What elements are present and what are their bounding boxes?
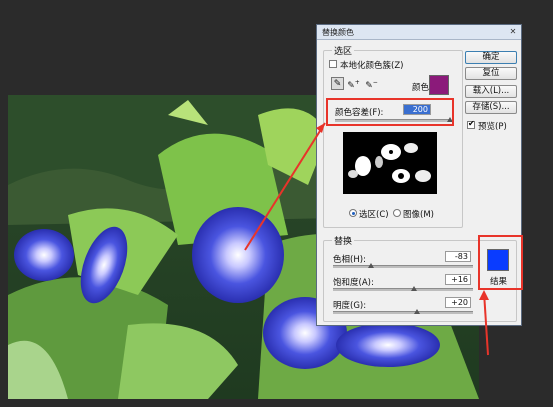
load-button[interactable]: 载入(L)...	[465, 85, 517, 98]
selection-preview	[343, 132, 437, 194]
selection-group-label: 选区	[332, 44, 355, 57]
hue-slider[interactable]	[333, 263, 473, 268]
saturation-input[interactable]: +16	[445, 274, 471, 285]
dialog-titlebar[interactable]: 替换颜色 ✕	[317, 25, 521, 40]
localized-label: 本地化颜色簇(Z)	[340, 61, 404, 71]
replacement-group-label: 替换	[332, 234, 355, 247]
preview-label: 预览(P)	[478, 122, 507, 132]
saturation-slider[interactable]	[333, 286, 473, 291]
lightness-input[interactable]: +20	[445, 297, 471, 308]
selection-mask-preview	[348, 143, 431, 183]
dialog-title: 替换颜色	[322, 28, 354, 37]
hue-slider-thumb[interactable]	[367, 263, 374, 268]
radio-selection[interactable]	[349, 209, 357, 217]
radio-image[interactable]	[393, 209, 401, 217]
close-icon[interactable]: ✕	[507, 26, 519, 37]
lightness-slider[interactable]	[333, 309, 473, 314]
saturation-slider-thumb[interactable]	[411, 286, 418, 291]
eyedropper-plus-icon[interactable]: ✎+	[347, 77, 360, 91]
lightness-slider-thumb[interactable]	[414, 309, 420, 314]
radio-selection-label: 选区(C)	[359, 210, 389, 220]
radio-image-label: 图像(M)	[403, 210, 434, 220]
saturation-label: 饱和度(A):	[333, 278, 374, 288]
eyedropper-minus-icon[interactable]: ✎−	[365, 77, 378, 91]
selection-color-swatch[interactable]	[429, 75, 449, 95]
hue-input[interactable]: -83	[445, 251, 471, 262]
localized-checkbox[interactable]	[329, 60, 337, 68]
hue-label: 色相(H):	[333, 255, 366, 265]
annotation-box-result	[478, 235, 523, 290]
annotation-box-fuzziness	[326, 98, 454, 126]
lightness-label: 明度(G):	[333, 301, 367, 311]
preview-checkbox[interactable]	[467, 119, 475, 129]
eyedropper-icon[interactable]: ✎	[331, 77, 344, 90]
ok-button[interactable]: 确定	[465, 51, 517, 64]
reset-button[interactable]: 复位	[465, 67, 517, 80]
save-button[interactable]: 存储(S)...	[465, 101, 517, 114]
